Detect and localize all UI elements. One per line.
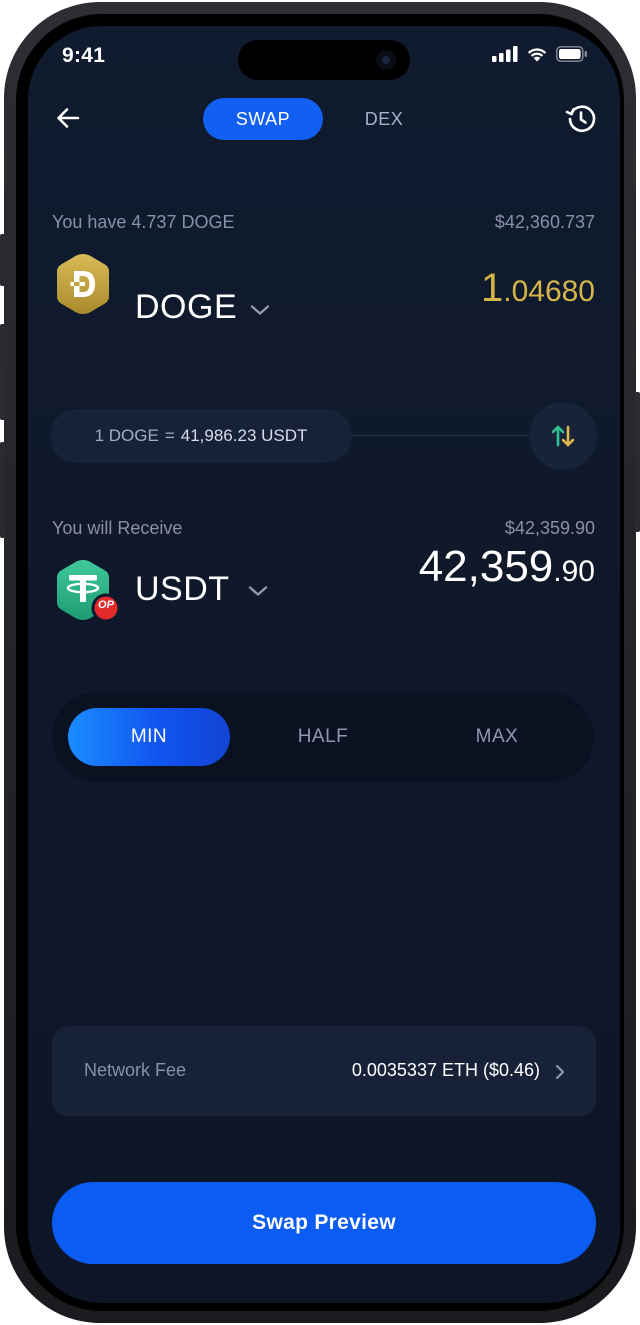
- half-button[interactable]: HALF: [242, 708, 404, 766]
- to-coin-name[interactable]: USDT: [135, 570, 230, 609]
- op-network-badge: OP: [98, 599, 114, 611]
- phone-frame: 9:41 SWAP DEX You have 4.737 DOGE $42,36…: [0, 2, 640, 1323]
- min-button[interactable]: MIN: [68, 708, 230, 766]
- balance-label: You have 4.737 DOGE: [52, 212, 235, 232]
- screen: 9:41 SWAP DEX You have 4.737 DOGE $42,36…: [28, 26, 620, 1303]
- tab-swap[interactable]: SWAP: [203, 98, 323, 140]
- status-icons: [492, 46, 588, 62]
- history-icon[interactable]: [564, 102, 598, 136]
- rate-left: 1 DOGE: [94, 426, 159, 445]
- exchange-rate: 1 DOGE = 41,986.23 USDT: [50, 409, 352, 463]
- from-fiat-value: $42,360.737: [494, 212, 595, 232]
- from-amount[interactable]: 1.04680: [481, 266, 595, 311]
- to-amount: 42,359.90: [419, 542, 595, 592]
- amount-preset-selector: MIN HALF MAX: [52, 692, 594, 782]
- swap-arrows-icon: [551, 425, 575, 447]
- network-fee-row[interactable]: Network Fee 0.0035337 ETH ($0.46): [52, 1026, 596, 1116]
- receive-label: You will Receive: [52, 518, 183, 538]
- camera-icon: [376, 50, 396, 70]
- max-button[interactable]: MAX: [416, 708, 578, 766]
- dynamic-island: [238, 40, 410, 80]
- tab-dex[interactable]: DEX: [344, 98, 424, 140]
- from-coin-name[interactable]: DOGE: [135, 288, 237, 327]
- from-amount-int: 1: [480, 266, 504, 310]
- status-time: 9:41: [62, 44, 106, 67]
- network-fee-label: Network Fee: [84, 1060, 187, 1080]
- rate-right: 41,986.23 USDT: [180, 426, 308, 445]
- chevron-down-icon[interactable]: [249, 303, 271, 317]
- volume-down-button: [0, 442, 5, 538]
- battery-icon: [556, 46, 587, 62]
- power-button: [635, 392, 640, 532]
- chevron-down-icon[interactable]: [247, 584, 269, 598]
- action-button: [0, 234, 5, 286]
- chevron-right-icon: [555, 1064, 565, 1080]
- to-amount-dec: .90: [553, 555, 595, 588]
- divider: [348, 435, 538, 436]
- swap-preview-button[interactable]: Swap Preview: [52, 1182, 596, 1264]
- doge-coin-icon[interactable]: [52, 252, 114, 316]
- tether-coin-icon[interactable]: [52, 558, 122, 624]
- back-arrow-icon[interactable]: [54, 104, 82, 132]
- rate-eq: =: [164, 426, 175, 445]
- swap-direction-button[interactable]: [529, 402, 597, 470]
- to-amount-int: 42,359: [418, 542, 554, 591]
- from-amount-dec: .04680: [503, 275, 595, 308]
- volume-up-button: [0, 324, 5, 420]
- wifi-icon: [527, 48, 547, 62]
- to-fiat-value: $42,359.90: [504, 518, 595, 538]
- signal-icon: [492, 46, 518, 62]
- network-fee-value: 0.0035337 ETH ($0.46): [351, 1060, 540, 1080]
